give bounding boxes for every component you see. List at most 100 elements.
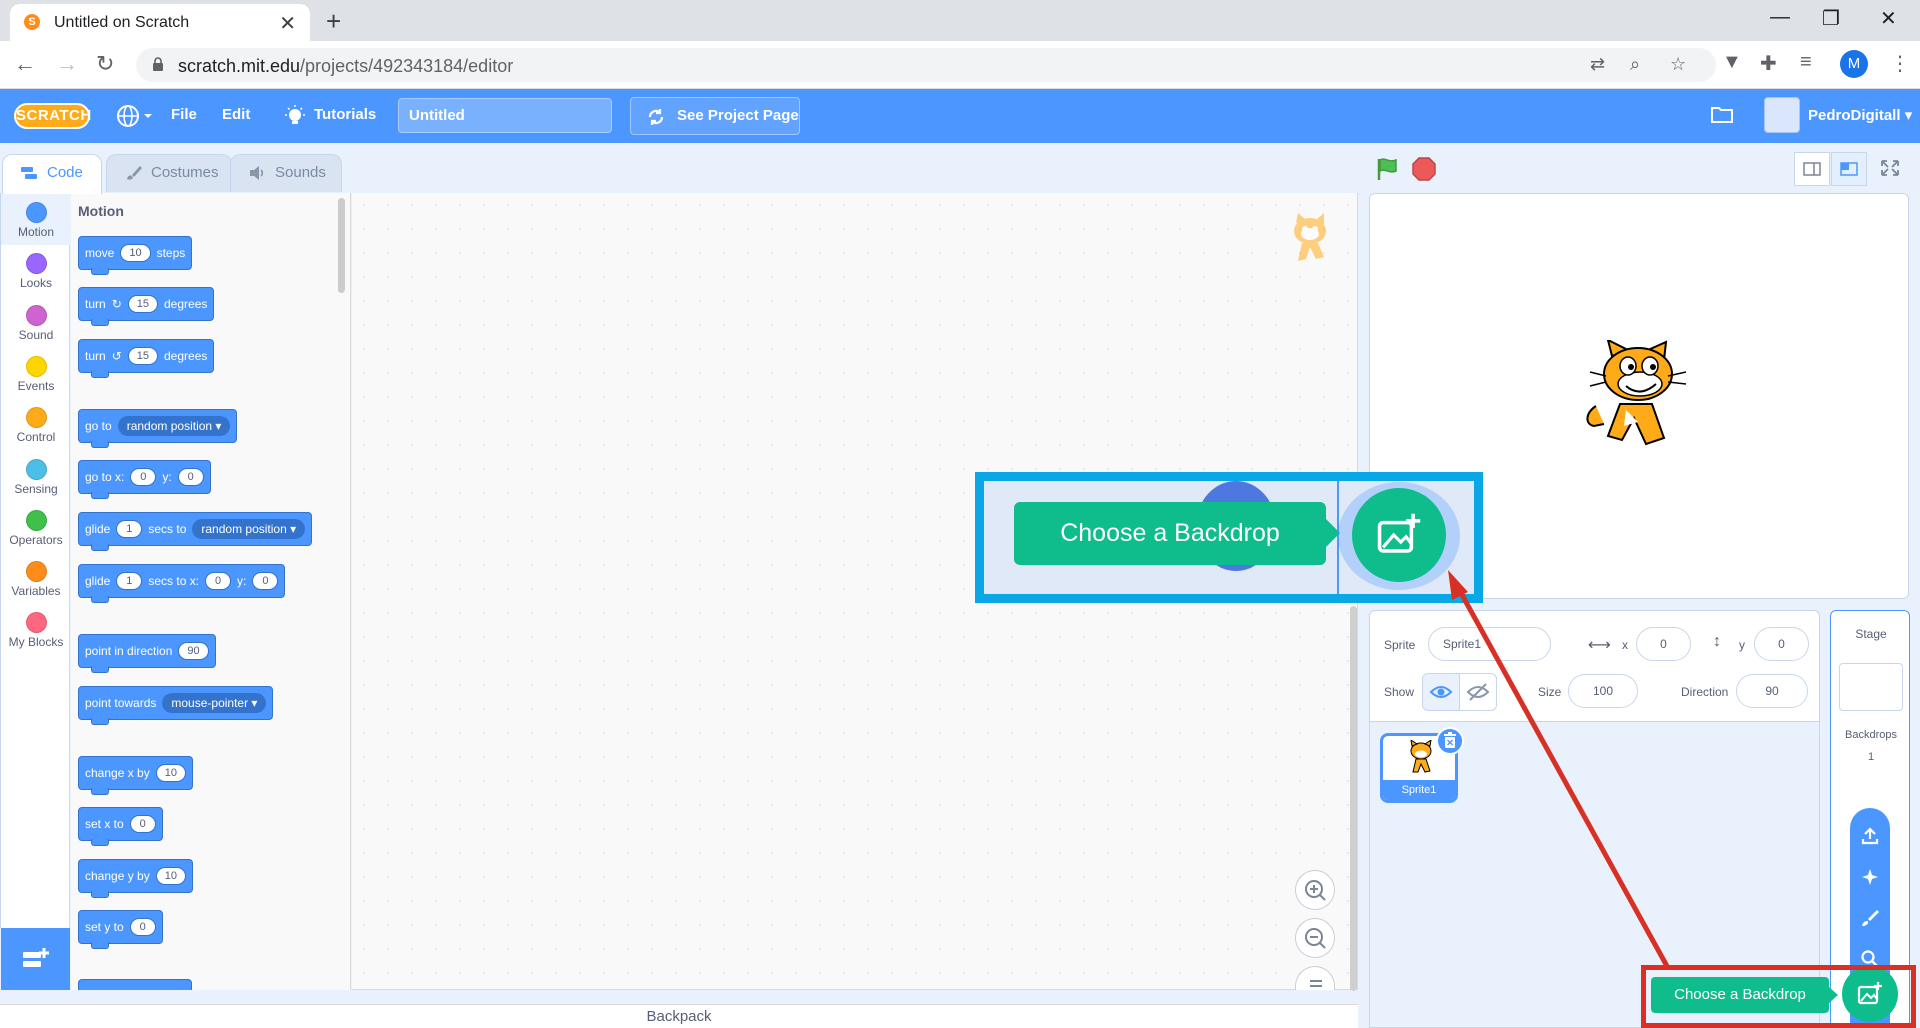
browser-menu-icon[interactable]: ⋮ <box>1890 51 1910 76</box>
block-input[interactable]: 15 <box>127 347 158 365</box>
file-menu[interactable]: File <box>171 106 197 123</box>
project-title-input[interactable]: Untitled <box>398 98 612 133</box>
block-go-to[interactable]: go to random position <box>78 409 238 448</box>
x-position-input[interactable]: 0 <box>1636 627 1691 661</box>
category-events[interactable]: Events <box>1 347 71 399</box>
block-input[interactable]: 0 <box>130 468 157 486</box>
upload-backdrop-icon[interactable] <box>1860 826 1880 846</box>
block-go-to-xy[interactable]: go to x: 0 y: 0 <box>78 460 211 499</box>
block-change-x[interactable]: change x by 10 <box>78 756 193 795</box>
category-sound[interactable]: Sound <box>1 296 71 348</box>
surprise-sparkle-icon[interactable] <box>1860 867 1880 887</box>
tab-costumes[interactable]: Costumes <box>106 154 232 192</box>
edit-menu[interactable]: Edit <box>222 106 250 123</box>
browser-tab[interactable]: S Untitled on Scratch ✕ <box>10 4 310 41</box>
hide-sprite-button[interactable] <box>1459 673 1497 711</box>
bookmark-star-icon[interactable]: ☆ <box>1670 54 1686 75</box>
minimize-window-icon[interactable]: — <box>1770 6 1790 29</box>
category-dot-icon <box>25 561 47 582</box>
reading-list-icon[interactable]: ≡ <box>1800 51 1812 74</box>
globe-language-icon[interactable] <box>116 103 154 129</box>
scratch-logo[interactable]: SCRATCH <box>14 103 91 129</box>
block-point-in-direction[interactable]: point in direction 90 <box>78 634 216 673</box>
small-stage-button[interactable] <box>1794 152 1830 186</box>
green-flag-icon[interactable] <box>1375 156 1401 182</box>
address-bar[interactable]: scratch.mit.edu/projects/492343184/edito… <box>136 48 1716 82</box>
tab-sounds[interactable]: Sounds <box>230 154 342 192</box>
block-input[interactable]: 10 <box>120 244 151 262</box>
see-project-page-button[interactable]: See Project Page <box>630 97 800 135</box>
zoom-page-icon[interactable]: ⌕ <box>1630 54 1640 75</box>
block-input[interactable]: 0 <box>129 815 156 833</box>
zoom-reset-button[interactable] <box>1295 966 1335 990</box>
size-input[interactable]: 100 <box>1568 674 1638 708</box>
my-stuff-folder-icon[interactable] <box>1710 104 1734 124</box>
block-input[interactable]: 0 <box>252 572 279 590</box>
palette-scrollbar[interactable] <box>338 198 345 293</box>
fullscreen-button[interactable] <box>1873 152 1909 186</box>
user-avatar[interactable] <box>1764 97 1800 133</box>
block-input[interactable]: 15 <box>127 295 158 313</box>
paint-backdrop-icon[interactable] <box>1860 908 1880 928</box>
block-dropdown[interactable]: mouse-pointer <box>162 693 267 713</box>
zoom-in-button[interactable] <box>1295 870 1335 910</box>
block-turn-right[interactable]: turn ↻ 15 degrees <box>78 287 215 326</box>
back-arrow-icon[interactable]: ← <box>14 51 36 77</box>
category-looks[interactable]: Looks <box>1 244 71 296</box>
block-input[interactable]: 1 <box>116 520 143 538</box>
block-input[interactable]: 10 <box>155 764 186 782</box>
sprite-name-input[interactable]: Sprite1 <box>1428 627 1551 661</box>
block-point-towards[interactable]: point towards mouse-pointer <box>78 686 274 725</box>
delete-sprite-button[interactable] <box>1436 727 1464 755</box>
tab-code[interactable]: Code <box>2 154 102 194</box>
block-change-y[interactable]: change y by 10 <box>78 859 193 898</box>
show-sprite-button[interactable] <box>1422 673 1460 711</box>
tab-code-label: Code <box>47 164 83 181</box>
username-menu[interactable]: PedroDigitall ▾ <box>1808 106 1912 124</box>
new-tab-icon[interactable]: + <box>326 6 341 37</box>
reload-icon[interactable]: ↻ <box>96 51 114 77</box>
add-extension-button[interactable] <box>1 928 70 990</box>
restore-window-icon[interactable]: ❐ <box>1822 6 1840 31</box>
block-glide-xy[interactable]: glide 1 secs to x: 0 y: 0 <box>78 564 286 603</box>
category-sensing[interactable]: Sensing <box>1 450 71 502</box>
category-control[interactable]: Control <box>1 398 71 450</box>
block-move-steps[interactable]: move 10 steps <box>78 236 193 275</box>
zoom-out-button[interactable] <box>1295 918 1335 958</box>
category-label: Operators <box>9 533 63 547</box>
category-my-blocks[interactable]: My Blocks <box>1 603 71 655</box>
normal-stage-button[interactable] <box>1831 152 1867 186</box>
stage-thumbnail[interactable] <box>1839 663 1903 711</box>
forward-arrow-icon[interactable]: → <box>56 51 78 77</box>
block-partial[interactable] <box>78 979 192 990</box>
backpack-bar[interactable]: Backpack <box>0 1004 1358 1028</box>
block-input[interactable]: 90 <box>178 642 209 660</box>
tutorials-menu[interactable]: Tutorials <box>314 106 376 123</box>
translate-icon[interactable]: ⇄ <box>1590 54 1605 75</box>
scratch-cat-sprite[interactable] <box>1582 340 1702 458</box>
stop-sign-icon[interactable] <box>1411 156 1437 182</box>
block-dropdown[interactable]: random position <box>117 416 231 436</box>
category-variables[interactable]: Variables <box>1 552 71 604</box>
block-set-y[interactable]: set y to 0 <box>78 910 163 949</box>
direction-input[interactable]: 90 <box>1736 674 1808 708</box>
block-input[interactable]: 0 <box>205 572 232 590</box>
browser-profile-avatar[interactable]: M <box>1840 50 1868 78</box>
close-window-icon[interactable]: ✕ <box>1880 6 1897 31</box>
browser-tab-strip: S Untitled on Scratch ✕ + — ❐ ✕ <box>0 0 1920 41</box>
close-tab-icon[interactable]: ✕ <box>279 11 296 36</box>
block-dropdown[interactable]: random position <box>192 519 306 539</box>
block-input[interactable]: 0 <box>177 468 204 486</box>
extension-v-icon[interactable]: ▼ <box>1722 51 1742 74</box>
category-motion[interactable]: Motion <box>1 193 71 245</box>
block-glide-to[interactable]: glide 1 secs to random position <box>78 512 313 551</box>
y-position-input[interactable]: 0 <box>1754 627 1809 661</box>
block-input[interactable]: 0 <box>129 918 156 936</box>
category-operators[interactable]: Operators <box>1 501 71 553</box>
block-input[interactable]: 1 <box>116 572 143 590</box>
block-input[interactable]: 10 <box>155 867 186 885</box>
block-set-x[interactable]: set x to 0 <box>78 807 163 846</box>
block-turn-left[interactable]: turn ↺ 15 degrees <box>78 339 215 378</box>
workspace-scrollbar[interactable] <box>1350 606 1357 991</box>
extensions-puzzle-icon[interactable]: ✚ <box>1760 51 1777 76</box>
